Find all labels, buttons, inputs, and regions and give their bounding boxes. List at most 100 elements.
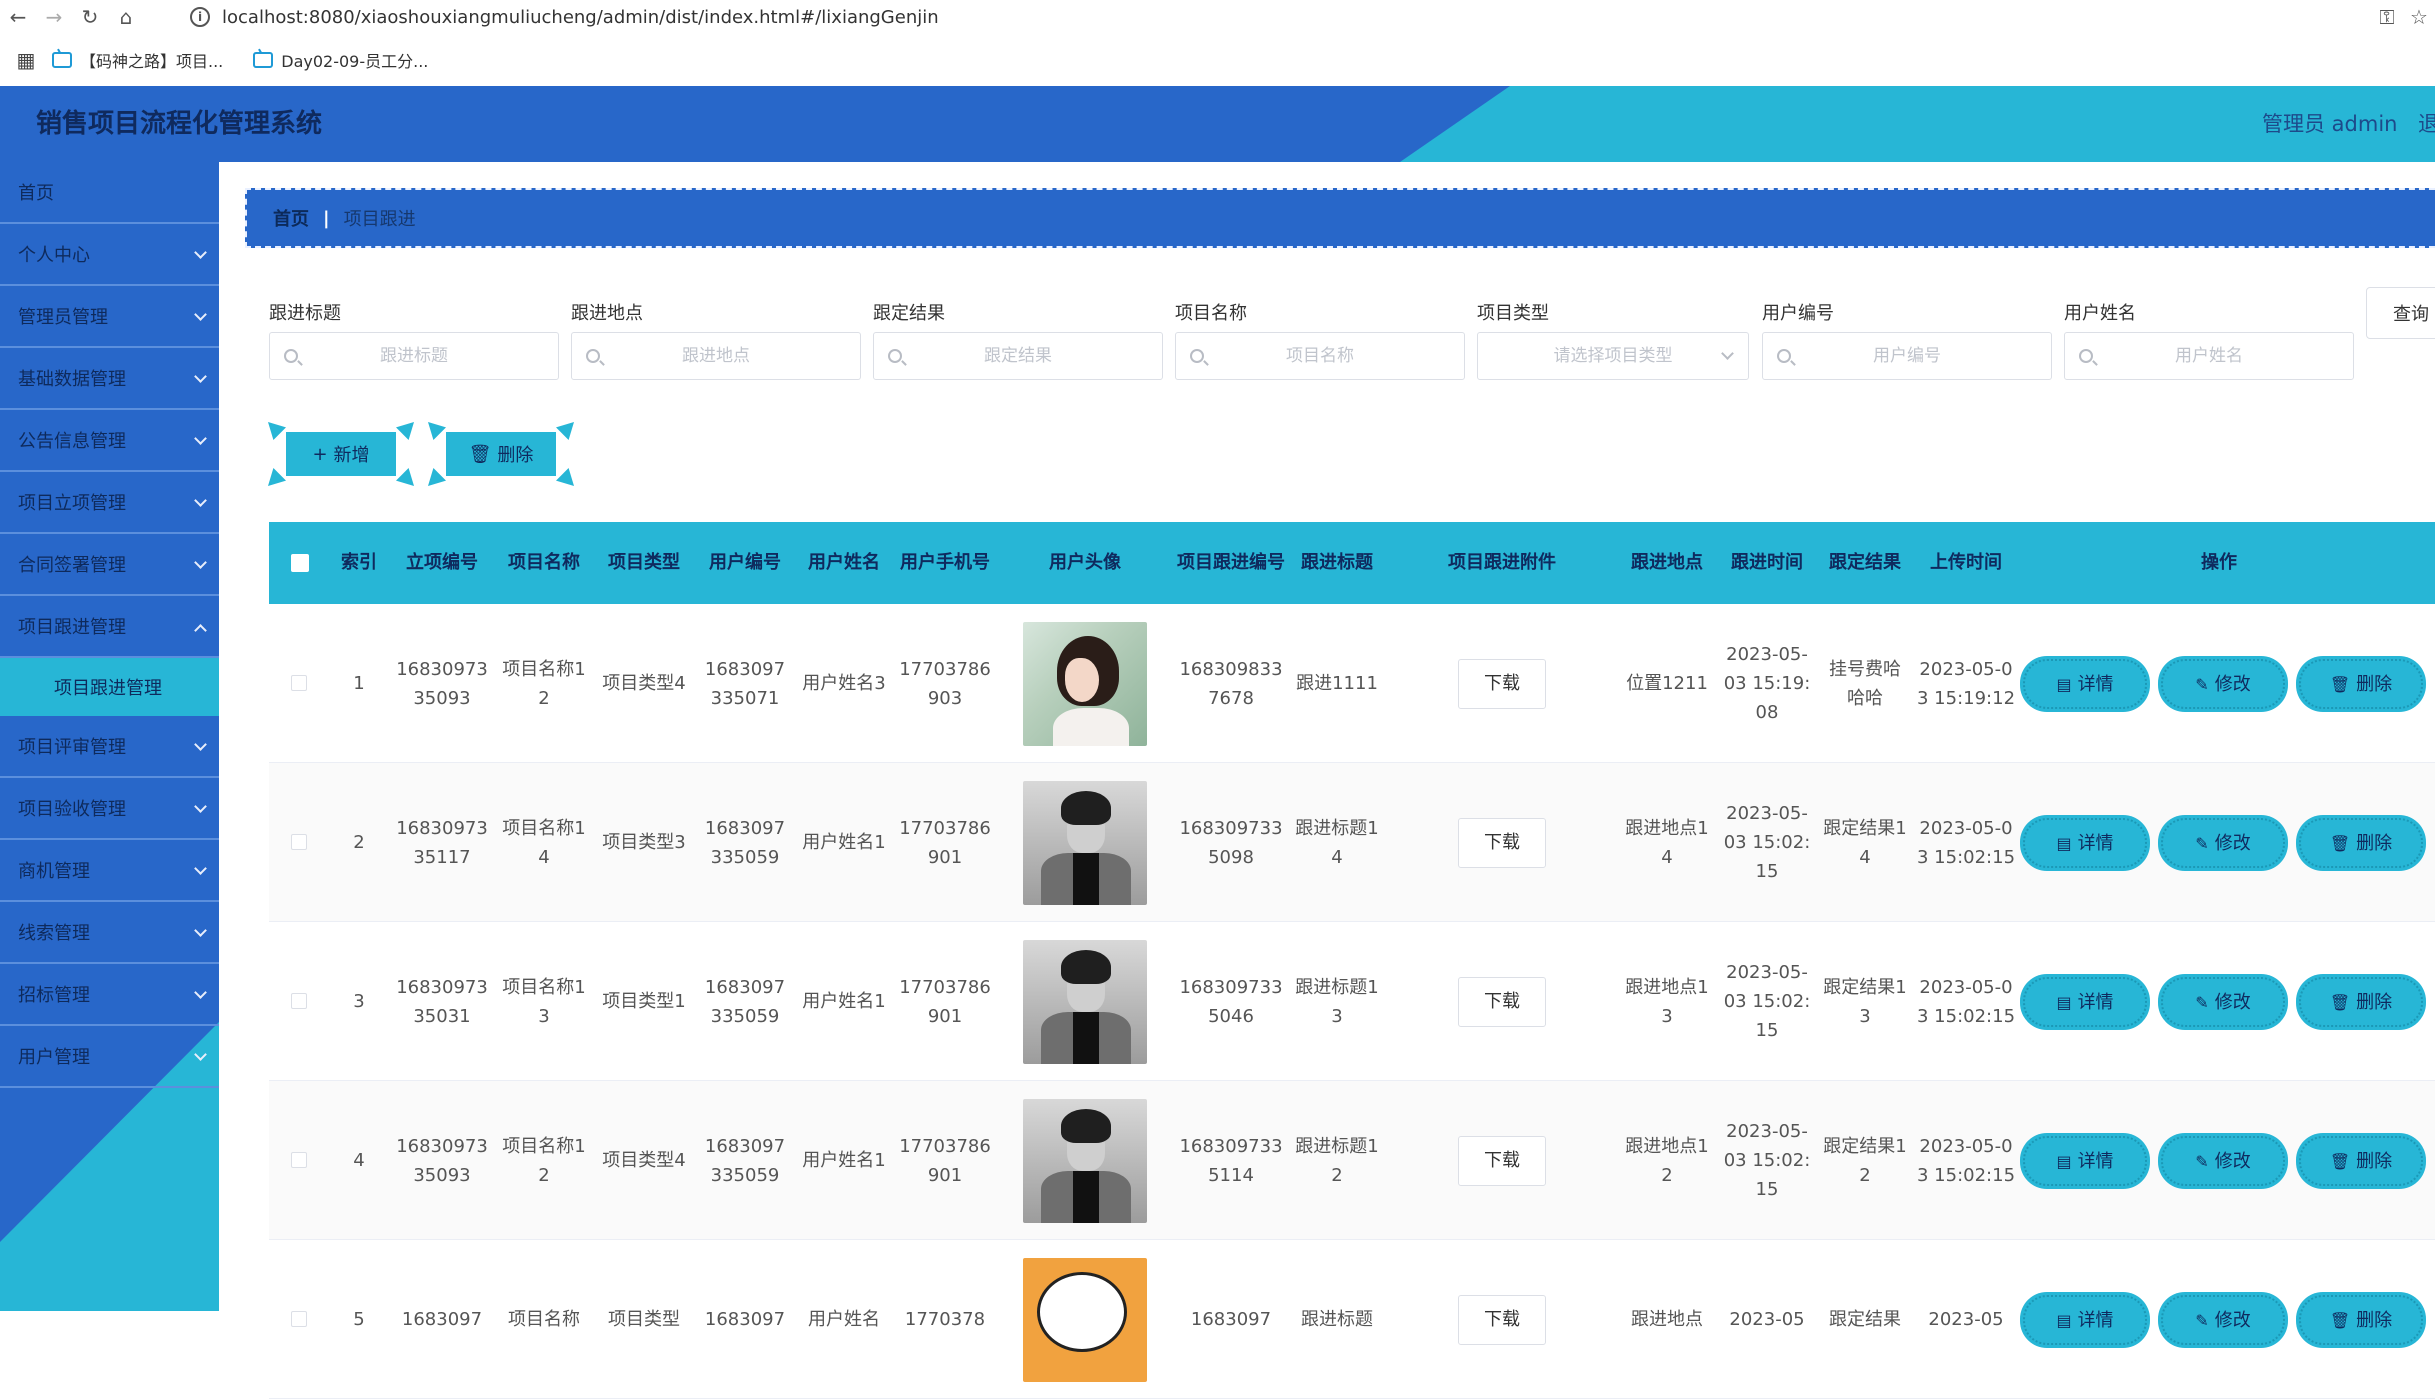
bookmarks-bar: ▦ 【码神之路】项目... Day02-09-员工分...	[0, 34, 2435, 86]
search-input[interactable]	[270, 346, 558, 366]
download-button[interactable]: 下载	[1458, 658, 1546, 709]
search-input[interactable]	[572, 346, 860, 366]
row-checkbox[interactable]	[291, 675, 307, 691]
cell-user-no: 1683097335059	[697, 763, 793, 922]
search-icon	[1777, 349, 1791, 363]
cell-user-no: 1683097335059	[697, 922, 793, 1081]
sidebar-item[interactable]: 项目立项管理	[0, 472, 219, 534]
delete-row-button[interactable]: 🗑 删除	[2299, 977, 2423, 1027]
search-input-box[interactable]	[269, 332, 559, 380]
sidebar-item[interactable]: 基础数据管理	[0, 348, 219, 410]
row-checkbox[interactable]	[291, 1152, 307, 1168]
search-input-box[interactable]	[1175, 332, 1465, 380]
reload-icon[interactable]: ↻	[72, 0, 108, 34]
logout-link[interactable]: 退	[2418, 86, 2435, 162]
sidebar-item[interactable]: 公告信息管理	[0, 410, 219, 472]
cell-user-name: 用户姓名	[793, 1240, 895, 1399]
cell-genjin-no: 1683097	[1175, 1240, 1287, 1399]
sidebar-item[interactable]: 商机管理	[0, 840, 219, 902]
sidebar-item[interactable]: 合同签署管理	[0, 534, 219, 596]
delete-button[interactable]: 🗑 删除	[428, 422, 574, 486]
address-bar[interactable]: i localhost:8080/xiaoshouxiangmuliucheng…	[190, 3, 2320, 31]
query-button[interactable]: 查询	[2366, 287, 2435, 339]
table-row: 4 1683097335093 项目名称12 项目类型4 1683097335059 用户…	[269, 1081, 2435, 1240]
cell-project-type: 项目类型4	[591, 604, 697, 763]
edit-button[interactable]: ✎ 修改	[2161, 1295, 2285, 1345]
bookmark-item[interactable]: Day02-09-员工分...	[253, 48, 428, 72]
sidebar-item-label: 用户管理	[18, 1047, 90, 1068]
delete-row-button[interactable]: 🗑 删除	[2299, 818, 2423, 868]
add-button[interactable]: + 新增	[268, 422, 414, 486]
home-icon[interactable]: ⌂	[108, 0, 144, 34]
sidebar-item[interactable]: 项目评审管理	[0, 716, 219, 778]
project-type-select-input[interactable]	[1478, 346, 1748, 366]
chevron-down-icon	[194, 800, 207, 813]
download-button[interactable]: 下载	[1458, 1294, 1546, 1345]
search-input-box[interactable]	[571, 332, 861, 380]
document-icon: ▤	[2056, 1310, 2072, 1330]
cell-text: 跟进标题14	[1295, 817, 1379, 868]
edit-button[interactable]: ✎ 修改	[2161, 818, 2285, 868]
search-input-box[interactable]	[1762, 332, 2052, 380]
detail-button[interactable]: ▤ 详情	[2023, 1136, 2147, 1186]
edit-button[interactable]: ✎ 修改	[2161, 659, 2285, 709]
sidebar-item[interactable]: 线索管理	[0, 902, 219, 964]
download-button[interactable]: 下载	[1458, 817, 1546, 868]
star-icon[interactable]: ☆	[2403, 5, 2435, 29]
cell-text: 跟进标题12	[1295, 1135, 1379, 1186]
breadcrumb-home[interactable]: 首页	[273, 205, 309, 231]
row-checkbox[interactable]	[291, 834, 307, 850]
edit-button[interactable]: ✎ 修改	[2161, 1136, 2285, 1186]
sidebar-item[interactable]: 首页	[0, 162, 219, 224]
cell-text: 项目名称14	[502, 817, 586, 868]
search-input[interactable]	[2065, 346, 2353, 366]
sidebar-item[interactable]: 招标管理	[0, 964, 219, 1026]
forward-arrow-icon[interactable]: →	[36, 0, 72, 34]
search-input[interactable]	[1176, 346, 1464, 366]
sidebar-subitem-active[interactable]: 项目跟进管理	[0, 658, 219, 716]
detail-button[interactable]: ▤ 详情	[2023, 818, 2147, 868]
row-checkbox[interactable]	[291, 1311, 307, 1327]
download-button[interactable]: 下载	[1458, 976, 1546, 1027]
sidebar-item[interactable]: 个人中心	[0, 224, 219, 286]
detail-button[interactable]: ▤ 详情	[2023, 659, 2147, 709]
column-header-avatar: 用户头像	[1049, 552, 1121, 573]
delete-row-button[interactable]: 🗑 删除	[2299, 1136, 2423, 1186]
sidebar-item[interactable]: 用户管理	[0, 1026, 219, 1088]
search-field: 用户姓名	[2064, 296, 2354, 380]
sidebar-item[interactable]: 项目跟进管理	[0, 596, 219, 658]
cell-text: 1683097335114	[1179, 1135, 1283, 1186]
site-info-icon[interactable]: i	[190, 7, 210, 27]
cell-attachment: 下载	[1387, 1240, 1617, 1399]
download-button[interactable]: 下载	[1458, 1135, 1546, 1186]
detail-button[interactable]: ▤ 详情	[2023, 977, 2147, 1027]
sidebar-item-label: 合同签署管理	[18, 555, 126, 576]
user-avatar-image	[1023, 1098, 1147, 1223]
apps-grid-icon[interactable]: ▦	[0, 48, 52, 72]
search-input[interactable]	[874, 346, 1162, 366]
detail-button[interactable]: ▤ 详情	[2023, 1295, 2147, 1345]
table-row: 3 1683097335031 项目名称13 项目类型1 1683097335059 用户…	[269, 922, 2435, 1081]
delete-row-button[interactable]: 🗑 删除	[2299, 1295, 2423, 1345]
search-input-box[interactable]	[2064, 332, 2354, 380]
sidebar-item-label: 线索管理	[18, 923, 90, 944]
search-icon	[2079, 349, 2093, 363]
cell-location: 跟进地点12	[1617, 1081, 1717, 1240]
edit-button[interactable]: ✎ 修改	[2161, 977, 2285, 1027]
cell-text: 项目名称	[508, 1309, 580, 1330]
search-input-box[interactable]	[873, 332, 1163, 380]
select-all-checkbox[interactable]	[291, 554, 309, 572]
cell-result: 挂号费哈哈哈	[1817, 604, 1913, 763]
search-input[interactable]	[1763, 346, 2051, 366]
sidebar-item[interactable]: 项目验收管理	[0, 778, 219, 840]
key-icon[interactable]: ⚿	[2371, 5, 2403, 29]
delete-row-button[interactable]: 🗑 删除	[2299, 659, 2423, 709]
bookmark-item[interactable]: 【码神之路】项目...	[52, 48, 223, 72]
back-arrow-icon[interactable]: ←	[0, 0, 36, 34]
sidebar-item[interactable]: 管理员管理	[0, 286, 219, 348]
project-type-select[interactable]	[1477, 332, 1749, 380]
column-header-attachment: 项目跟进附件	[1448, 552, 1556, 573]
document-icon: ▤	[2056, 992, 2072, 1012]
row-checkbox[interactable]	[291, 993, 307, 1009]
cell-user-phone: 17703786903	[895, 604, 995, 763]
